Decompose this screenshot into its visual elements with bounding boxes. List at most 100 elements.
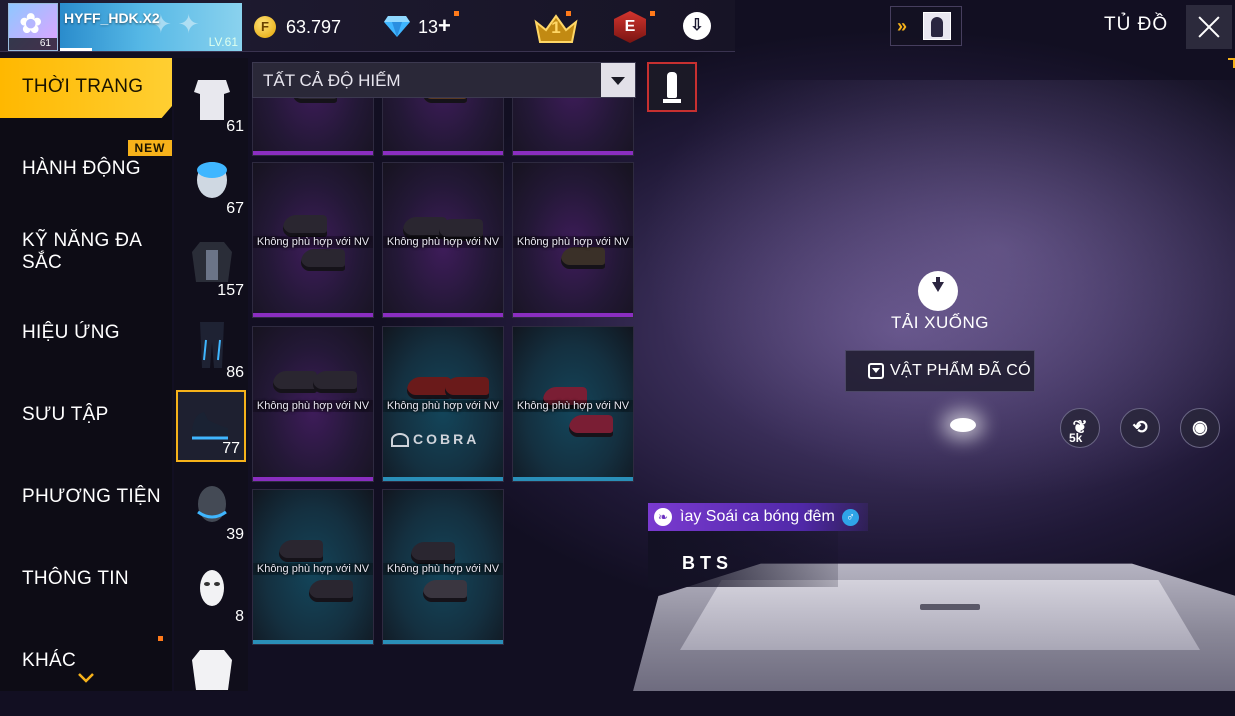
dropdown-arrow-icon[interactable]: [601, 63, 635, 97]
headwear-icon: [197, 162, 227, 198]
category-outfit[interactable]: 61: [174, 64, 248, 144]
item-card[interactable]: [382, 98, 504, 156]
incompatible-label: Không phù hợp với NV: [383, 400, 503, 412]
rarity-filter-value: TẤT CẢ ĐỘ HIẾM: [263, 71, 401, 90]
box-icon: [868, 363, 884, 379]
avatar[interactable]: ✿ 61: [8, 3, 58, 51]
shoe-image: [561, 247, 605, 269]
category-top[interactable]: 157: [174, 228, 248, 308]
sidebar-item-other[interactable]: KHÁC: [0, 632, 172, 692]
sidebar-item-label: SƯU TẬP: [22, 404, 109, 425]
rarity-bar: [513, 313, 633, 317]
close-button[interactable]: [1186, 5, 1232, 49]
category-count: 39: [226, 526, 244, 543]
double-chevron-icon: »: [897, 16, 908, 36]
category-count: 67: [226, 200, 244, 217]
face-icon: [200, 570, 224, 606]
elite-pass-icon[interactable]: E: [614, 11, 646, 43]
item-card[interactable]: [512, 98, 634, 156]
download-icon[interactable]: [918, 271, 958, 311]
rarity-bar: [253, 313, 373, 317]
rank-crown-icon[interactable]: [534, 12, 578, 44]
rarity-filter-dropdown[interactable]: TẤT CẢ ĐỘ HIẾM: [252, 62, 636, 98]
sidebar-item-fashion[interactable]: THỜI TRANG: [0, 58, 172, 118]
category-count: 157: [217, 282, 244, 299]
rarity-bar: [383, 640, 503, 644]
notification-dot: [566, 11, 571, 16]
chevron-down-icon[interactable]: [78, 673, 94, 683]
category-mask[interactable]: 39: [174, 472, 248, 552]
bottom-icon: [200, 322, 224, 368]
shoe-image: [279, 540, 323, 562]
spotlight: [950, 418, 976, 432]
sidebar-item-info[interactable]: THÔNG TIN: [0, 550, 172, 610]
incompatible-label: Không phù hợp với NV: [383, 236, 503, 248]
category-count: 8: [235, 608, 244, 625]
category-face[interactable]: 8: [174, 554, 248, 634]
brand-name: COBRA: [413, 431, 480, 447]
item-card[interactable]: Không phù hợp với NV: [382, 162, 504, 318]
item-card[interactable]: Không phù hợp với NV: [252, 326, 374, 482]
mannequin-icon[interactable]: [647, 62, 697, 112]
category-headwear[interactable]: 67: [174, 146, 248, 226]
player-banner[interactable]: ✦✦ HYFF_HDK.X2 LV.61: [60, 3, 242, 51]
shoe-image: [411, 542, 455, 564]
category-count: 77: [222, 440, 240, 457]
top-bar: ✿ 61 ✦✦ HYFF_HDK.X2 LV.61 F 63.797 13 + …: [0, 0, 735, 52]
male-icon: ♂: [842, 509, 859, 526]
shoe-image: [273, 371, 317, 393]
sidebar-item-label: HIỆU ỨNG: [22, 322, 120, 343]
incompatible-label: Không phù hợp với NV: [253, 400, 373, 412]
character-nameplate: ❧ ìay Soái ca bóng đêm ♂: [648, 503, 868, 531]
like-button[interactable]: ❦ 5k: [1060, 408, 1100, 448]
rarity-bar: [513, 151, 633, 155]
rotate-phone-icon: ⟲: [1132, 417, 1148, 437]
cloud-download-icon[interactable]: ⇩: [683, 12, 711, 40]
guild-name: BTS: [682, 553, 733, 573]
sidebar-item-effects[interactable]: HIỆU ỨNG: [0, 304, 172, 364]
shoe-image: [301, 249, 345, 271]
shoe-image: [423, 580, 467, 602]
rarity-bar: [253, 151, 373, 155]
shoe-image: [313, 371, 357, 393]
platform-top: [680, 580, 1200, 650]
sidebar-item-label: KỸ NĂNG ĐA SẮC: [22, 230, 142, 273]
character-name: ìay Soái ca bóng đêm: [680, 508, 835, 525]
jacket-icon: [192, 650, 232, 690]
sidebar-item-collection[interactable]: SƯU TẬP: [0, 386, 172, 446]
view-toggle-button[interactable]: ◉: [1180, 408, 1220, 448]
notification-dot: [158, 636, 163, 641]
rotate-button[interactable]: ⟲: [1120, 408, 1160, 448]
sidebar-item-label: THÔNG TIN: [22, 568, 129, 589]
sidebar-item-color-skills[interactable]: KỸ NĂNG ĐA SẮC: [0, 222, 172, 282]
quick-switch-button[interactable]: »: [890, 6, 962, 46]
sidebar-item-vehicles[interactable]: PHƯƠNG TIỆN: [0, 468, 172, 528]
item-card[interactable]: Không phù hợp với NV COBRA: [382, 326, 504, 482]
topup-button[interactable]: +: [438, 13, 451, 39]
category-bottom[interactable]: 86: [174, 310, 248, 390]
category-count: 61: [226, 118, 244, 135]
item-card[interactable]: Không phù hợp với NV: [252, 162, 374, 318]
brand-logo: COBRA: [391, 431, 480, 448]
rarity-bar: [513, 477, 633, 481]
item-card[interactable]: [252, 98, 374, 156]
xp-bar: [60, 48, 92, 51]
mask-icon: [197, 486, 227, 522]
diamond-icon: [384, 16, 410, 37]
owned-items-button[interactable]: VẬT PHẨM ĐÃ CÓ: [845, 350, 1035, 392]
download-label[interactable]: TẢI XUỐNG: [880, 313, 1000, 333]
rarity-bar: [253, 477, 373, 481]
incompatible-label: Không phù hợp với NV: [383, 563, 503, 575]
gold-coin-icon: F: [254, 16, 276, 38]
item-card[interactable]: Không phù hợp với NV: [512, 326, 634, 482]
owned-items-label: VẬT PHẨM ĐÃ CÓ: [890, 362, 1031, 379]
sidebar-item-label: PHƯƠNG TIỆN: [22, 486, 161, 507]
item-card[interactable]: Không phù hợp với NV: [252, 489, 374, 645]
corner-decoration: [1228, 58, 1235, 68]
shoe-image: [423, 98, 467, 103]
item-card[interactable]: Không phù hợp với NV: [382, 489, 504, 645]
category-shoes[interactable]: 77: [176, 390, 246, 462]
category-column: 61 67 157 86 77 39 8: [174, 58, 248, 691]
item-card[interactable]: Không phù hợp với NV: [512, 162, 634, 318]
category-jacket[interactable]: [174, 636, 248, 716]
